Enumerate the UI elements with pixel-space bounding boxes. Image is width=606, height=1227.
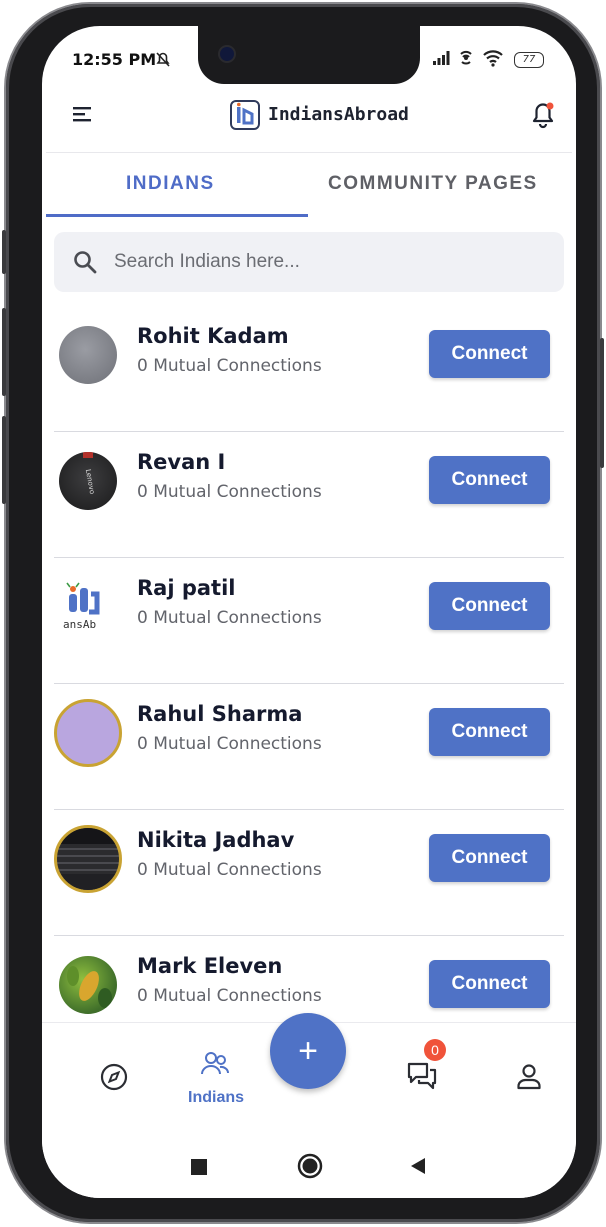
camera-icon xyxy=(220,47,234,61)
person-name[interactable]: Revan I xyxy=(137,450,225,474)
connect-button[interactable]: Connect xyxy=(429,582,550,630)
gray-avatar-icon[interactable] xyxy=(59,326,117,384)
recents-icon[interactable] xyxy=(190,1158,208,1180)
signal-icon xyxy=(432,50,452,70)
list-item: Nikita Jadhav 0 Mutual Connections Conne… xyxy=(42,810,576,936)
volume-down-button xyxy=(2,416,6,504)
search-icon xyxy=(72,249,98,279)
app-bar: IndiansAbroad xyxy=(42,86,576,152)
list-item: Rahul Sharma 0 Mutual Connections Connec… xyxy=(42,684,576,810)
person-name[interactable]: Nikita Jadhav xyxy=(137,828,294,852)
indiansabroad-logo-icon[interactable]: ansAb xyxy=(59,578,117,636)
mute-switch xyxy=(2,230,6,274)
compass-icon[interactable] xyxy=(100,1063,128,1095)
active-tab-indicator xyxy=(46,214,308,217)
mutual-connections: 0 Mutual Connections xyxy=(137,986,322,1006)
purple-avatar-icon[interactable] xyxy=(54,699,122,767)
power-button xyxy=(600,338,604,468)
home-icon[interactable] xyxy=(296,1152,324,1184)
bell-off-icon xyxy=(154,50,172,72)
list-item: Lenovo Revan I 0 Mutual Connections Conn… xyxy=(42,432,576,558)
connect-button[interactable]: Connect xyxy=(429,708,550,756)
list-item: ansAb Raj patil 0 Mutual Connections Con… xyxy=(42,558,576,684)
notification-bell-icon[interactable] xyxy=(528,98,558,134)
search-input[interactable]: Search Indians here... xyxy=(114,251,300,273)
tab-indians[interactable]: INDIANS xyxy=(126,173,215,195)
profile-icon[interactable] xyxy=(516,1063,542,1095)
mutual-connections: 0 Mutual Connections xyxy=(137,734,322,754)
person-name[interactable]: Rohit Kadam xyxy=(137,324,289,348)
back-icon[interactable] xyxy=(408,1156,428,1180)
menu-icon[interactable] xyxy=(72,104,94,128)
screen: 12:55 PM 77 IndiansAbroad INDIANS COMMUN… xyxy=(42,26,576,1198)
person-name[interactable]: Raj patil xyxy=(137,576,236,600)
mutual-connections: 0 Mutual Connections xyxy=(137,608,322,628)
camera-notch xyxy=(198,26,420,84)
list-item: Rohit Kadam 0 Mutual Connections Connect xyxy=(42,306,576,432)
leaf-photo-icon[interactable] xyxy=(59,956,117,1014)
svg-text:Lenovo: Lenovo xyxy=(84,469,96,495)
mutual-connections: 0 Mutual Connections xyxy=(137,356,322,376)
tab-community-pages[interactable]: COMMUNITY PAGES xyxy=(328,173,538,195)
person-name[interactable]: Mark Eleven xyxy=(137,954,282,978)
bottom-navigation: Indians + 0 xyxy=(42,1013,576,1135)
status-time: 12:55 PM xyxy=(72,50,157,69)
mutual-connections: 0 Mutual Connections xyxy=(137,482,322,502)
connect-button[interactable]: Connect xyxy=(429,960,550,1008)
hotspot-icon xyxy=(456,48,476,72)
lenovo-photo-icon[interactable]: Lenovo xyxy=(59,452,117,510)
system-navigation-bar xyxy=(42,1134,576,1198)
battery-indicator: 77 xyxy=(514,52,544,68)
nav-label-indians[interactable]: Indians xyxy=(188,1089,244,1107)
search-bar[interactable]: Search Indians here... xyxy=(54,232,564,292)
app-logo-icon xyxy=(229,98,261,136)
connect-button[interactable]: Connect xyxy=(429,330,550,378)
connect-button[interactable]: Connect xyxy=(429,834,550,882)
connect-button[interactable]: Connect xyxy=(429,456,550,504)
volume-up-button xyxy=(2,308,6,396)
person-name[interactable]: Rahul Sharma xyxy=(137,702,302,726)
mutual-connections: 0 Mutual Connections xyxy=(137,860,322,880)
keyboard-photo-icon[interactable] xyxy=(54,825,122,893)
svg-text:ansAb: ansAb xyxy=(63,618,96,631)
add-fab-button[interactable]: + xyxy=(270,1013,346,1089)
tab-bar: INDIANS COMMUNITY PAGES xyxy=(46,153,572,217)
chat-icon[interactable] xyxy=(406,1061,438,1095)
phone-frame: 12:55 PM 77 IndiansAbroad INDIANS COMMUN… xyxy=(2,4,604,1222)
app-title: IndiansAbroad xyxy=(268,104,409,125)
message-badge: 0 xyxy=(424,1039,446,1061)
people-icon[interactable] xyxy=(200,1049,230,1083)
wifi-icon xyxy=(482,48,504,72)
